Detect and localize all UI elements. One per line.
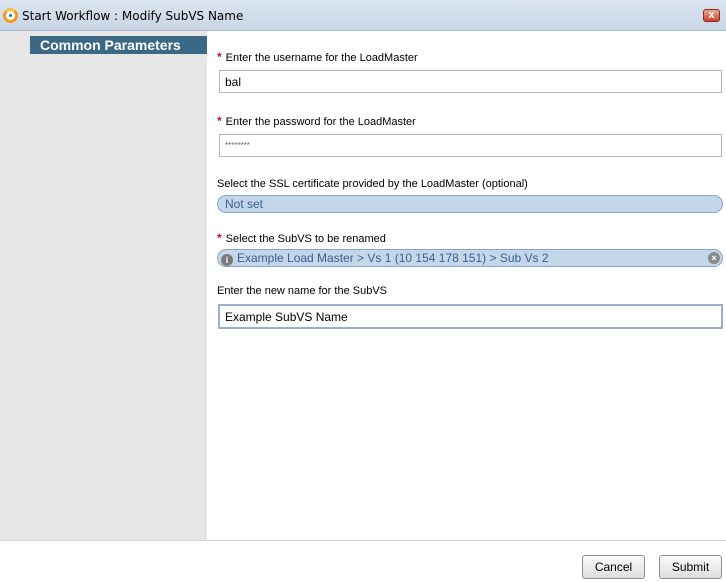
subvs-label: * Select the SubVS to be renamed bbox=[217, 231, 386, 245]
password-input[interactable] bbox=[219, 134, 722, 157]
username-input[interactable] bbox=[219, 70, 722, 93]
info-icon: i bbox=[221, 254, 233, 266]
close-icon[interactable]: x bbox=[703, 9, 720, 22]
password-label: * Enter the password for the LoadMaster bbox=[217, 114, 416, 128]
subvs-value: Example Load Master > Vs 1 (10 154 178 1… bbox=[237, 251, 549, 265]
clear-icon[interactable]: × bbox=[708, 252, 720, 264]
dialog-footer: Cancel Submit bbox=[0, 540, 726, 582]
username-label: * Enter the username for the LoadMaster bbox=[217, 50, 418, 64]
new-name-label: Enter the new name for the SubVS bbox=[217, 285, 387, 297]
submit-button[interactable]: Submit bbox=[659, 555, 722, 579]
subvs-selector[interactable]: i Example Load Master > Vs 1 (10 154 178 … bbox=[217, 249, 723, 267]
required-marker: * bbox=[217, 50, 222, 64]
window-title: Start Workflow : Modify SubVS Name bbox=[22, 9, 244, 23]
sidebar: Common Parameters bbox=[0, 31, 207, 540]
required-marker: * bbox=[217, 114, 222, 128]
ssl-certificate-label: Select the SSL certificate provided by t… bbox=[217, 178, 528, 190]
required-marker: * bbox=[217, 231, 222, 245]
title-bar: Start Workflow : Modify SubVS Name x bbox=[0, 0, 726, 31]
new-name-input[interactable] bbox=[218, 304, 723, 329]
form-panel: *Enter the username for the LoadMaster *… bbox=[207, 31, 726, 540]
ssl-certificate-value: Not set bbox=[225, 197, 264, 211]
sidebar-section-common-parameters[interactable]: Common Parameters bbox=[30, 36, 207, 54]
ssl-certificate-selector[interactable]: Not set bbox=[217, 195, 723, 213]
cancel-button[interactable]: Cancel bbox=[582, 555, 645, 579]
workflow-app-icon bbox=[3, 8, 18, 23]
